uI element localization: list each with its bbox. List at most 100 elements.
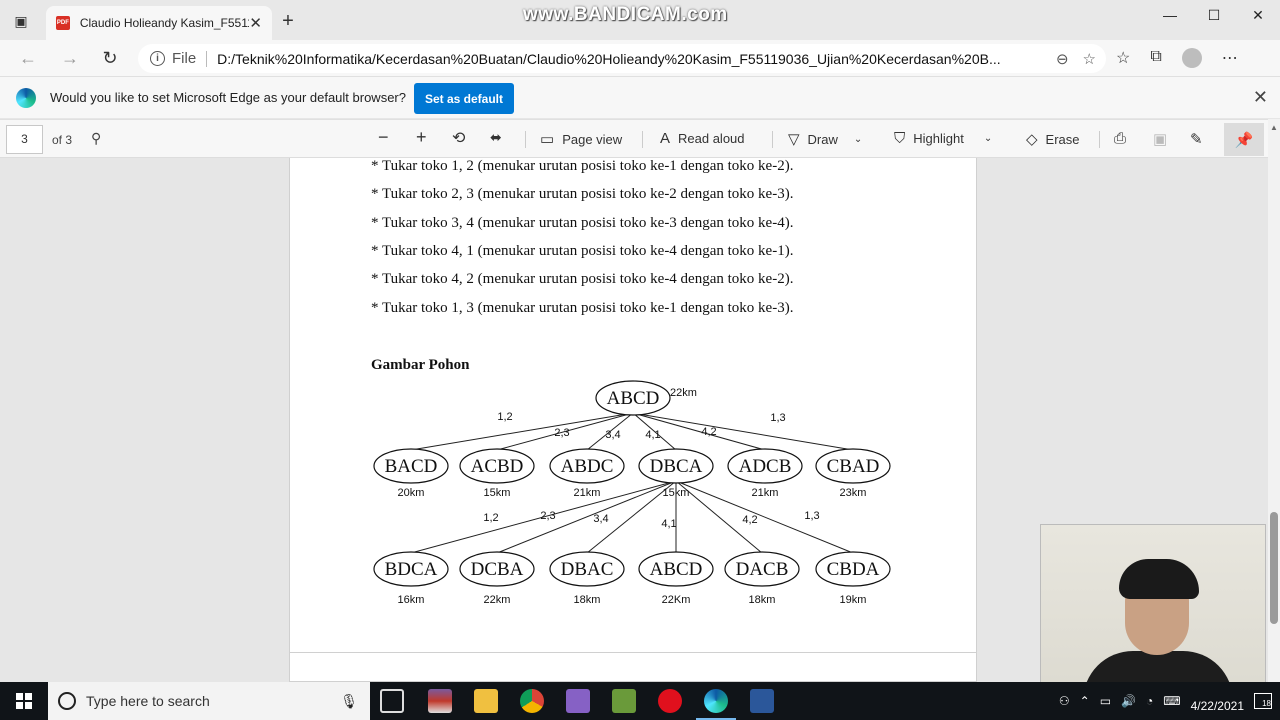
edge-label: 1,3	[804, 510, 819, 522]
set-default-button[interactable]: Set as default	[414, 83, 514, 114]
print-icon[interactable]: ⎙	[1114, 130, 1126, 147]
scroll-up-icon[interactable]: ▲	[1270, 123, 1278, 132]
tab-actions-icon[interactable]: ▣	[10, 11, 32, 31]
distance-label: 18km	[574, 594, 601, 606]
level1-node-label: DBCA	[650, 456, 703, 477]
edge-label: 1,2	[483, 512, 498, 524]
read-aloud-label: Read aloud	[678, 131, 745, 146]
people-icon[interactable]: ⚇	[1059, 694, 1070, 708]
level1-node-label: BACD	[385, 456, 438, 477]
file-explorer-icon[interactable]	[474, 689, 498, 713]
opera-icon[interactable]	[658, 689, 682, 713]
tree-nodes: ABCD BACD ACBD ABDC DBCA ADCB CBAD BDCA DCBA DBAC…	[373, 380, 891, 587]
forward-icon[interactable]: →	[58, 48, 82, 69]
edge-taskbar-icon[interactable]	[696, 689, 736, 720]
microphone-icon[interactable]: 🎙	[340, 693, 358, 710]
highlight-label: Highlight	[913, 131, 964, 146]
read-aloud-icon: A	[660, 130, 671, 147]
edge-icon	[16, 88, 36, 108]
add-favorite-icon[interactable]: ☆	[1083, 50, 1096, 68]
save-icon: ▣	[1153, 131, 1168, 148]
scroll-thumb[interactable]	[1270, 512, 1278, 624]
notepad-plus-icon[interactable]	[612, 689, 636, 713]
zoom-out-icon[interactable]: −	[378, 127, 389, 148]
highlight-button[interactable]: ⛉ Highlight ⌄	[894, 130, 992, 147]
tab-close-icon[interactable]: ✕	[249, 14, 262, 32]
distance-label: 15km	[663, 487, 690, 499]
divider	[525, 131, 526, 148]
person-hair	[1119, 559, 1199, 599]
tab-title: Claudio Holieandy Kasim_F55119036_Ujian …	[79, 16, 250, 30]
browser-tab[interactable]: PDF Claudio Holieandy Kasim_F55119036_Uj…	[46, 6, 272, 40]
rotate-icon[interactable]: ⟲	[452, 128, 465, 148]
distance-label: 22Km	[662, 594, 691, 606]
edge-label: 4,1	[645, 429, 660, 441]
battery-icon[interactable]: ▭	[1100, 694, 1111, 708]
window-controls: — ☐ ✕	[1148, 0, 1280, 30]
page-view-icon: ▭	[540, 131, 555, 148]
eraser-icon: ◇	[1026, 131, 1038, 148]
distance-label: 18km	[749, 594, 776, 606]
network-icon[interactable]: ◔	[1146, 694, 1153, 708]
url-text[interactable]: D:/Teknik%20Informatika/Kecerdasan%20Bua…	[217, 51, 1033, 67]
erase-button[interactable]: ◇ Erase	[1026, 130, 1080, 148]
close-icon[interactable]: ✕	[1253, 87, 1268, 108]
save-as-icon[interactable]: ✎	[1190, 130, 1203, 148]
zoom-icon[interactable]: ⊖	[1056, 50, 1069, 68]
level2-node-label: DACB	[736, 559, 789, 580]
root-node-label: ABCD	[607, 388, 660, 409]
level2-node-label: CBDA	[827, 559, 880, 580]
chevron-up-icon[interactable]: ⌃	[1080, 694, 1090, 708]
page-total: of 3	[52, 133, 73, 147]
edge-label: 4,2	[742, 514, 757, 526]
chrome-icon[interactable]	[520, 689, 544, 713]
tree-edge	[410, 412, 634, 451]
info-icon[interactable]: i	[150, 51, 165, 66]
distance-label: 21km	[752, 487, 779, 499]
distance-label: 15km	[484, 487, 511, 499]
edge-label: 1,3	[770, 412, 785, 424]
clock-date[interactable]: 4/22/2021	[1191, 699, 1244, 713]
close-window-icon[interactable]: ✕	[1236, 0, 1280, 30]
page-view-button[interactable]: ▭ Page view	[540, 130, 622, 148]
minimize-icon[interactable]: —	[1148, 0, 1192, 30]
edge-label: 3,4	[593, 513, 608, 525]
edge-label: 2,3	[554, 427, 569, 439]
volume-icon[interactable]: 🔊	[1121, 694, 1136, 708]
search-icon[interactable]: ⚲	[91, 130, 101, 147]
fit-page-icon[interactable]: ⬌	[490, 129, 502, 146]
refresh-icon[interactable]: ↻	[98, 48, 122, 69]
page-view-label: Page view	[562, 131, 623, 147]
visual-studio-icon[interactable]	[566, 689, 590, 713]
url-field[interactable]: i File D:/Teknik%20Informatika/Kecerdasa…	[138, 44, 1106, 73]
system-tray: ⚇ ⌃ ▭ 🔊 ◔ ⌨ 4/22/2021 18	[1059, 682, 1280, 720]
maximize-icon[interactable]: ☐	[1192, 0, 1236, 30]
task-view-icon[interactable]	[380, 689, 404, 713]
notification-icon[interactable]: 18	[1254, 693, 1272, 709]
pin-toolbar-icon[interactable]: 📌	[1224, 123, 1264, 156]
next-page-edge	[289, 652, 977, 682]
favorites-icon[interactable]: ☆	[1116, 48, 1130, 68]
taskbar-search[interactable]: Type here to search 🎙	[48, 682, 370, 720]
pdf-toolbar: 3 of 3 ⚲ − + ⟲ ⬌ ▭ Page view A Read alou…	[0, 119, 1280, 158]
winrar-icon[interactable]	[428, 689, 452, 713]
avatar[interactable]	[1181, 48, 1202, 68]
chevron-down-icon[interactable]: ⌄	[854, 134, 862, 145]
zoom-in-icon[interactable]: +	[416, 127, 427, 148]
back-icon[interactable]: ←	[16, 48, 40, 69]
divider	[206, 50, 208, 67]
more-icon[interactable]: ⋯	[1222, 48, 1238, 68]
keyboard-icon[interactable]: ⌨	[1163, 694, 1180, 708]
page-number-input[interactable]: 3	[6, 125, 43, 154]
read-aloud-button[interactable]: A Read aloud	[660, 130, 745, 147]
windows-start-icon[interactable]	[16, 693, 32, 709]
edge-label: 4,1	[661, 518, 676, 530]
chevron-down-icon[interactable]: ⌄	[984, 133, 992, 144]
pdf-page: * Tukar toko 1, 2 (menukar urutan posisi…	[289, 158, 977, 652]
collections-icon[interactable]: ⧉	[1150, 48, 1161, 68]
scrollbar[interactable]: ▲	[1268, 119, 1280, 682]
new-tab-button[interactable]: +	[278, 10, 298, 33]
word-icon[interactable]	[750, 689, 774, 713]
draw-label: Draw	[807, 131, 838, 147]
draw-button[interactable]: ▽ Draw ⌄	[788, 130, 862, 148]
